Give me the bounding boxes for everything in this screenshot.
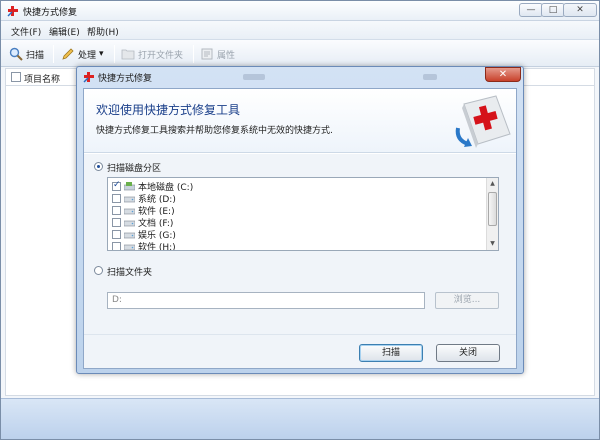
drive-checkbox[interactable] <box>112 205 121 215</box>
scan-button[interactable]: 扫描 <box>359 344 423 362</box>
properties-icon <box>201 48 213 60</box>
column-header-name[interactable]: 项目名称 <box>24 72 60 85</box>
scan-folder-label: 扫描文件夹 <box>107 268 153 278</box>
drive-item[interactable]: 软件 (H:) <box>112 240 176 251</box>
scroll-thumb[interactable] <box>488 192 497 226</box>
scan-label: 扫描 <box>26 50 45 61</box>
drive-item[interactable]: 本地磁盘 (C:) <box>112 180 193 193</box>
dialog-close-button[interactable]: ✕ <box>485 67 521 82</box>
dropdown-arrow-icon: ▾ <box>99 49 104 59</box>
title-bar: 快捷方式修复 — □ ✕ <box>1 1 599 21</box>
close-dialog-button[interactable]: 关闭 <box>436 344 500 362</box>
toolbar-separator <box>114 45 115 63</box>
menu-help[interactable]: 帮助(H) <box>87 25 119 38</box>
drive-list-scrollbar[interactable]: ▲ ▼ <box>486 178 498 250</box>
window-title: 快捷方式修复 <box>23 8 78 18</box>
local-disk-icon <box>124 181 135 190</box>
drive-item[interactable]: 软件 (E:) <box>112 204 175 217</box>
drive-item[interactable]: 娱乐 (G:) <box>112 228 176 241</box>
drive-checkbox[interactable] <box>112 229 121 239</box>
open-folder-label: 打开文件夹 <box>138 50 184 61</box>
toolbar-separator <box>193 45 194 63</box>
toolbar-separator <box>53 45 54 63</box>
dialog-body: 欢迎使用快捷方式修复工具 快捷方式修复工具搜索并帮助您修复系统中无效的快捷方式.… <box>83 88 517 369</box>
browse-button[interactable]: 浏览... <box>435 292 499 309</box>
app-icon <box>7 6 18 17</box>
dialog-title-bar: 快捷方式修复 ✕ <box>77 67 523 87</box>
scan-toolbar-button[interactable]: 扫描 <box>9 46 44 62</box>
drive-checkbox[interactable] <box>112 180 121 191</box>
pencil-icon <box>62 48 74 60</box>
scan-disk-label: 扫描磁盘分区 <box>107 164 162 174</box>
menu-bar: 文件(F) 编辑(E) 帮助(H) <box>1 21 599 39</box>
drive-checkbox[interactable] <box>112 217 121 227</box>
status-bar <box>1 398 599 439</box>
banner-subtitle: 快捷方式修复工具搜索并帮助您修复系统中无效的快捷方式. <box>96 126 333 136</box>
drive-list[interactable]: 本地磁盘 (C:) 系统 (D:) 软件 (E:) <box>107 177 499 251</box>
drive-item[interactable]: 系统 (D:) <box>112 192 176 205</box>
toolbar: 扫描 处理 ▾ 打开文件夹 属性 <box>1 39 599 67</box>
scroll-up-icon[interactable]: ▲ <box>487 178 498 189</box>
banner-title: 欢迎使用快捷方式修复工具 <box>96 103 241 117</box>
dialog-title: 快捷方式修复 <box>98 74 153 84</box>
blurred-text <box>243 74 265 80</box>
drive-label: 软件 (H:) <box>138 242 176 251</box>
scan-folder-radio[interactable] <box>94 266 103 275</box>
properties-toolbar-button[interactable]: 属性 <box>200 46 235 62</box>
properties-label: 属性 <box>217 50 236 61</box>
drive-item[interactable]: 文档 (F:) <box>112 216 173 229</box>
drive-icon <box>124 208 135 214</box>
folder-path-field[interactable]: D: <box>107 292 425 309</box>
dialog-banner: 欢迎使用快捷方式修复工具 快捷方式修复工具搜索并帮助您修复系统中无效的快捷方式. <box>84 89 516 153</box>
maximize-button[interactable]: □ <box>541 3 565 17</box>
process-label: 处理 <box>78 50 97 61</box>
drive-icon <box>124 232 135 238</box>
magnifier-icon <box>9 47 23 61</box>
dialog-footer: 扫描 关闭 <box>84 334 516 368</box>
scroll-down-icon[interactable]: ▼ <box>487 238 498 249</box>
drive-icon <box>124 220 135 226</box>
menu-file[interactable]: 文件(F) <box>11 25 41 38</box>
drive-checkbox[interactable] <box>112 193 121 203</box>
blurred-text <box>423 74 437 80</box>
repair-logo-icon <box>455 95 511 148</box>
drive-checkbox[interactable] <box>112 241 121 250</box>
scan-disk-radio[interactable] <box>94 162 103 171</box>
drive-icon <box>124 196 135 202</box>
repair-dialog: 快捷方式修复 ✕ 欢迎使用快捷方式修复工具 快捷方式修复工具搜索并帮助您修复系统… <box>76 66 524 374</box>
select-all-checkbox[interactable] <box>11 72 21 82</box>
app-icon <box>83 72 94 83</box>
minimize-button[interactable]: — <box>519 3 543 17</box>
drive-icon <box>124 244 135 250</box>
close-button[interactable]: ✕ <box>563 3 597 17</box>
folder-icon <box>121 49 135 60</box>
process-toolbar-button[interactable]: 处理 ▾ <box>61 46 104 62</box>
menu-edit[interactable]: 编辑(E) <box>49 25 80 38</box>
open-folder-toolbar-button[interactable]: 打开文件夹 <box>121 46 183 62</box>
